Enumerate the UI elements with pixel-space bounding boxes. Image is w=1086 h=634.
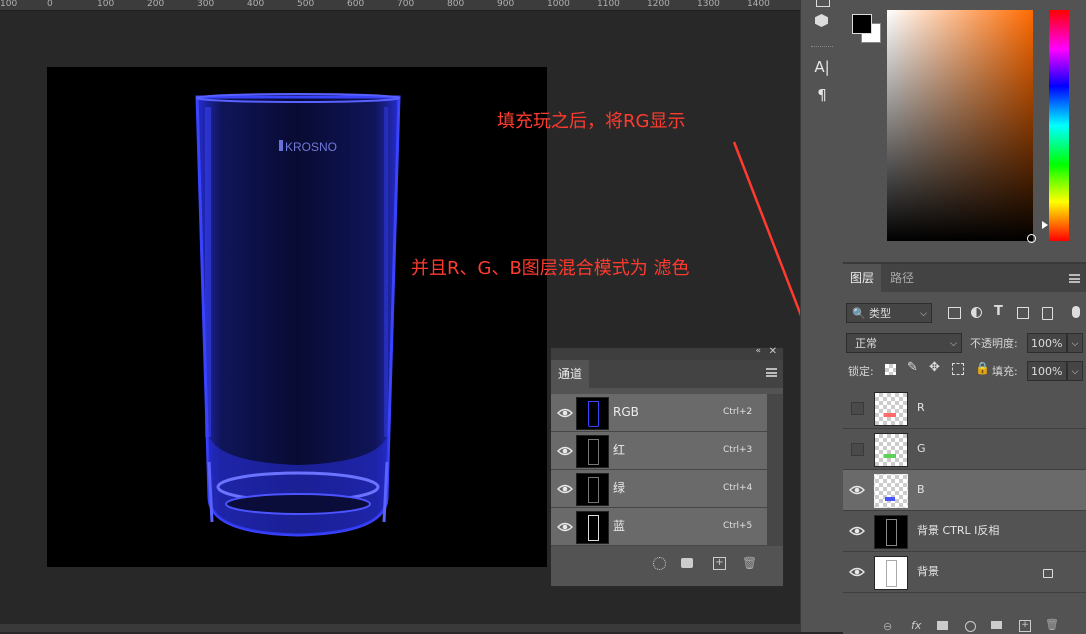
filter-type-icon[interactable]: T [994,304,1003,319]
eye-icon[interactable] [849,523,865,539]
layer-filter-dropdown[interactable]: 🔍 类型 ⌵ [846,303,932,323]
eye-icon[interactable] [849,564,865,580]
blend-mode-value: 正常 [855,337,877,350]
fill-label: 填充: [992,365,1018,378]
lock-icon [1043,569,1053,578]
tool-group-top [801,0,843,34]
fill-input[interactable]: 100% [1027,361,1067,381]
layer-thumbnail [874,515,908,549]
fx-icon[interactable]: fx [911,619,921,632]
lock-all-icon[interactable]: 🔒 [975,361,990,375]
fill-chevron-icon[interactable]: ⌵ [1067,361,1083,381]
search-icon: 🔍 [852,307,866,320]
filter-adjustment-icon[interactable] [971,307,982,318]
trash-icon[interactable]: 🗑 [1045,618,1059,631]
lock-artboard-icon[interactable] [952,363,964,375]
layer-name: R [917,401,925,414]
type-tool-icon[interactable]: A| [811,56,833,78]
layer-row-background[interactable]: 背景 [843,552,1086,593]
layer-name: 背景 CTRL I反相 [917,524,1000,537]
layer-row-g[interactable]: G [843,429,1086,470]
hue-slider[interactable] [1049,10,1069,241]
filter-label: 类型 [869,307,891,320]
layer-name: 背景 [917,565,939,578]
layer-name: G [917,442,926,455]
layer-row-r[interactable]: R [843,388,1086,429]
link-layers-icon[interactable]: ⊖ [883,620,892,633]
eye-icon[interactable] [849,482,865,498]
adjustment-layer-icon[interactable] [965,621,976,632]
layer-row-b[interactable]: B [843,470,1086,511]
layer-thumbnail [874,433,908,467]
layer-thumbnail [874,474,908,508]
tools-strip: A| ¶ [800,0,844,632]
tab-layers[interactable]: 图层 [843,264,882,292]
visibility-toggle-off[interactable] [851,443,864,456]
add-mask-icon[interactable] [937,621,948,630]
lock-move-icon[interactable]: ✥ [929,360,940,375]
filter-pixel-icon[interactable] [948,307,961,319]
group-folder-icon[interactable] [991,621,1002,629]
tab-paths[interactable]: 路径 [883,264,921,292]
chevron-down-icon: ⌵ [950,339,957,349]
opacity-chevron-icon[interactable]: ⌵ [1067,333,1083,353]
panel-menu-icon[interactable] [1069,274,1080,283]
foreground-color-swatch[interactable] [852,14,872,34]
layers-panel: 图层 路径 🔍 类型 ⌵ T 正常 ⌵ 不透明度: 100% ⌵ 锁定: ✎ ✥… [843,262,1086,634]
lock-label: 锁定: [848,365,874,378]
layer-name: B [917,483,925,496]
layer-thumbnail [874,556,908,590]
chevron-down-icon: ⌵ [920,309,927,319]
layer-row-invert[interactable]: 背景 CTRL I反相 [843,511,1086,552]
opacity-label: 不透明度: [970,337,1018,350]
visibility-toggle-off[interactable] [851,402,864,415]
color-panel [843,0,1086,262]
filter-shape-icon[interactable] [1017,307,1029,319]
paragraph-icon[interactable]: ¶ [811,84,833,106]
lock-transparent-icon[interactable] [885,364,896,375]
color-picker-handle[interactable] [1027,234,1036,243]
arrange-icon[interactable] [816,0,830,7]
hue-slider-handle[interactable] [1042,221,1048,229]
3d-cube-icon[interactable] [815,14,828,27]
layer-thumbnail [874,392,908,426]
blend-mode-dropdown[interactable]: 正常 ⌵ [846,333,962,353]
filter-toggle[interactable] [1072,306,1080,318]
new-layer-icon[interactable]: + [1019,620,1031,632]
lock-paint-icon[interactable]: ✎ [907,360,918,375]
filter-smart-object-icon[interactable] [1042,307,1053,320]
saturation-brightness-field[interactable] [887,10,1033,241]
opacity-input[interactable]: 100% [1027,333,1067,353]
